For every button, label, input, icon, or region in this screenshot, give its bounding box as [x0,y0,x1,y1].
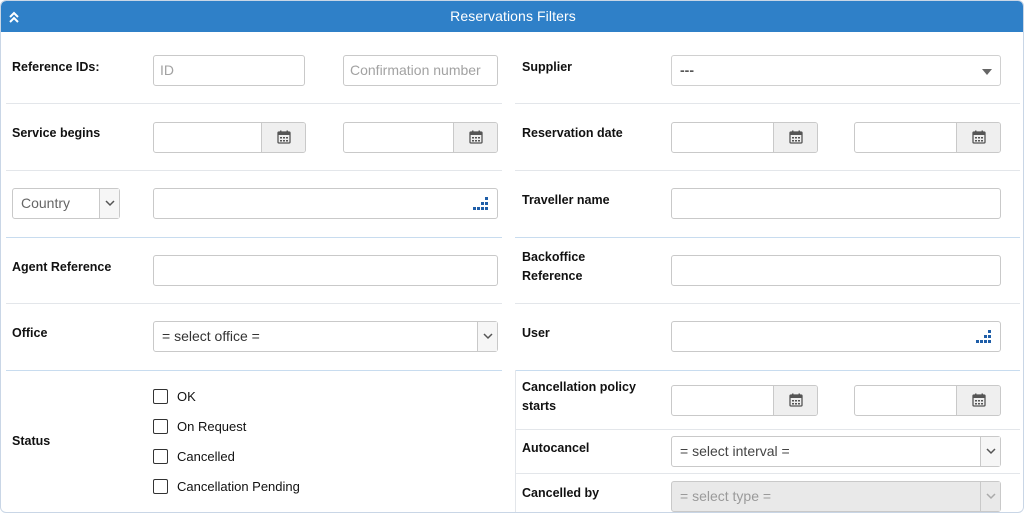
chevron-down-icon [986,448,996,455]
reservations-filters-panel: Reservations Filters Reference IDs: ID C… [0,0,1024,513]
row-divider [515,429,1020,430]
chevron-down-icon [105,200,115,207]
agent-reference-label: Agent Reference [12,260,112,274]
row-divider [515,370,1020,371]
panel-title: Reservations Filters [450,8,576,24]
service-begins-to-date[interactable] [343,122,498,153]
panel-header[interactable]: Reservations Filters [1,1,1023,32]
chevron-down-icon [986,493,996,500]
cancellation-policy-label-line2: starts [522,399,557,413]
row-divider [515,103,1020,104]
checkbox-label: On Request [177,419,247,434]
backoffice-reference-label-line1: Backoffice [522,250,586,264]
checkbox[interactable] [153,479,168,494]
row-divider [515,170,1020,171]
row-divider [6,237,502,238]
calendar-icon [789,393,803,407]
lookup-icon[interactable] [473,196,489,212]
status-option-on-request[interactable]: On Request [153,417,353,437]
office-label: Office [12,326,48,340]
row-divider [6,170,502,171]
calendar-icon [789,130,803,144]
country-select-value: Country [21,195,71,211]
row-divider [515,473,1020,474]
checkbox[interactable] [153,419,168,434]
cancelled-by-select: = select type = [671,481,1001,512]
service-begins-label: Service begins [12,126,101,140]
cancellation-policy-to-date[interactable] [854,385,1001,416]
confirmation-number-input[interactable]: Confirmation number [343,55,498,86]
country-lookup-input[interactable] [153,188,498,219]
chevron-down-icon [483,333,493,340]
checkbox-label: Cancelled [177,449,235,464]
checkbox[interactable] [153,449,168,464]
calendar-button[interactable] [773,386,817,415]
cancelled-by-label: Cancelled by [522,486,600,500]
checkbox[interactable] [153,389,168,404]
dropdown-toggle[interactable] [477,322,497,351]
service-begins-from-date[interactable] [153,122,306,153]
lookup-icon[interactable] [976,329,992,345]
supplier-select-value: --- [680,62,694,78]
row-divider [6,370,502,371]
calendar-button[interactable] [261,123,305,152]
calendar-icon [469,130,483,144]
checkbox-label: Cancellation Pending [177,479,300,494]
autocancel-select-value: = select interval = [680,443,790,459]
status-option-cancelled[interactable]: Cancelled [153,447,353,467]
calendar-icon [972,393,986,407]
calendar-button[interactable] [956,386,1000,415]
status-option-cancellation-pending[interactable]: Cancellation Pending [153,477,353,497]
user-label: User [522,326,550,340]
cancelled-by-select-value: = select type = [680,488,772,504]
calendar-icon [972,130,986,144]
office-select[interactable]: = select office = [153,321,498,352]
dropdown-toggle[interactable] [99,189,119,218]
agent-reference-input[interactable] [153,255,498,286]
reservation-date-to[interactable] [854,122,1001,153]
cancellation-policy-label-line1: Cancellation policy [522,380,636,394]
reference-ids-label: Reference IDs: [12,60,100,74]
row-divider [6,103,502,104]
checkbox-label: OK [177,389,196,404]
row-divider [515,237,1020,238]
traveller-name-input[interactable] [671,188,1001,219]
autocancel-select[interactable]: = select interval = [671,436,1001,467]
traveller-name-label: Traveller name [522,193,610,207]
caret-down-icon [982,69,992,75]
calendar-button[interactable] [453,123,497,152]
status-option-ok[interactable]: OK [153,387,353,407]
calendar-icon [277,130,291,144]
backoffice-reference-label-line2: Reference [522,269,583,283]
cancellation-policy-from-date[interactable] [671,385,818,416]
autocancel-label: Autocancel [522,441,590,455]
row-divider [6,303,502,304]
user-lookup-input[interactable] [671,321,1001,352]
office-select-value: = select office = [162,328,260,344]
dropdown-toggle[interactable] [980,437,1000,466]
row-divider [515,303,1020,304]
calendar-button[interactable] [773,123,817,152]
supplier-select[interactable]: --- [671,55,1001,86]
supplier-label: Supplier [522,60,573,74]
reservation-date-from[interactable] [671,122,818,153]
column-divider [515,370,516,512]
backoffice-reference-input[interactable] [671,255,1001,286]
reservation-date-label: Reservation date [522,126,623,140]
country-select[interactable]: Country [12,188,120,219]
status-label: Status [12,434,51,448]
calendar-button[interactable] [956,123,1000,152]
reference-id-input[interactable]: ID [153,55,305,86]
dropdown-toggle [980,482,1000,511]
